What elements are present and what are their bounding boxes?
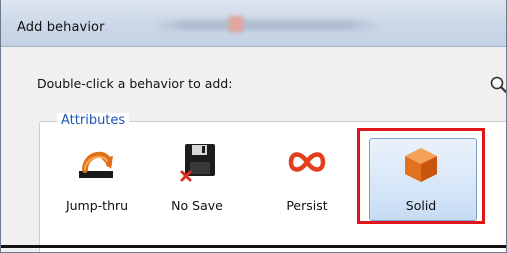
bottom-divider [1,245,506,248]
title-bar[interactable]: Add behavior [1,0,506,46]
infinity-icon [288,152,326,172]
add-behavior-dialog: Add behavior Double-click a behavior to … [0,0,507,253]
selection-highlight-box [357,128,485,224]
dialog-title: Add behavior [17,20,105,35]
floppy-disk-no-save-icon [180,144,215,182]
attributes-group-label: Attributes [57,113,130,128]
search-icon[interactable] [489,75,507,94]
blurred-background-icon [229,16,243,32]
behavior-label: Persist [286,198,328,213]
behavior-no-save[interactable]: No Save [147,138,247,220]
behavior-label: Jump-thru [65,198,129,213]
jump-thru-icon [79,152,113,178]
behavior-persist[interactable]: Persist [257,138,357,220]
behavior-label: No Save [171,198,223,213]
behavior-jump-thru[interactable]: Jump-thru [47,138,147,220]
blurred-background-text [151,20,381,30]
instruction-text: Double-click a behavior to add: [37,76,233,91]
